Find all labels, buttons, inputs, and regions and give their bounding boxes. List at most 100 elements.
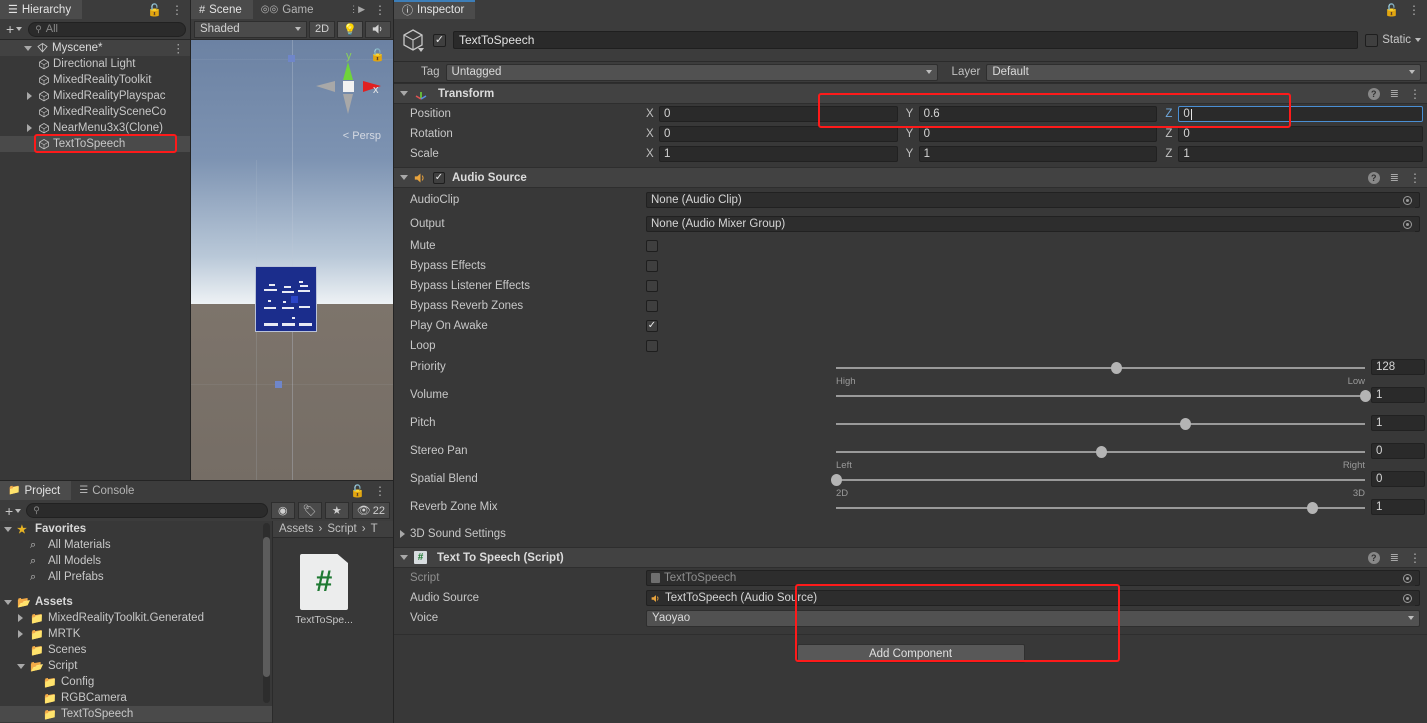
audioclip-object-field[interactable]: None (Audio Clip) [646,192,1420,208]
script-component-header[interactable]: # Text To Speech (Script) ? ≣ ⋮ [394,547,1427,568]
project-tree-item[interactable]: ⌕All Models [0,553,272,569]
kebab-menu-icon[interactable]: ⋮ [171,4,183,16]
project-tree-item[interactable]: 📁Config [0,674,272,690]
hidden-packages-button[interactable]: 👁 22 [352,502,390,519]
chevron-right-icon[interactable] [400,530,405,538]
filter-by-type-icon[interactable]: ◉ [271,502,295,519]
project-tree-item[interactable]: 📂Script [0,658,272,674]
project-tree-item[interactable]: ⌕All Materials [0,537,272,553]
script-audiosource-field[interactable]: TextToSpeech (Audio Source) [646,590,1420,606]
star-icon[interactable]: ★ [325,502,349,519]
help-icon[interactable]: ? [1368,552,1380,564]
slider-knob[interactable] [1307,502,1318,514]
transform-scale-z-input[interactable]: 1 [1178,146,1423,162]
breadcrumb-item-1[interactable]: Script [327,523,356,535]
static-toggle-group[interactable]: Static [1365,34,1421,47]
tab-scene[interactable]: # Scene [191,0,253,19]
chevron-right-icon[interactable] [18,614,23,622]
3d-sound-settings-foldout[interactable]: 3D Sound Settings [394,524,1427,544]
tab-project[interactable]: 📁 Project [0,481,71,500]
scene-viewport[interactable]: y x < Persp 🔓 [191,40,393,480]
audio-slider[interactable]: HighLow [836,356,1365,380]
audio-slider-value-input[interactable]: 0 [1371,471,1425,487]
audio-slider[interactable]: 2D3D [836,468,1365,492]
audio-toggle-checkbox[interactable] [646,240,658,252]
project-tree-item[interactable]: 📁MixedRealityToolkit.Generated [0,610,272,626]
toggle-2d-button[interactable]: 2D [309,21,335,38]
chevron-down-icon[interactable] [24,46,32,51]
chevron-right-icon[interactable] [27,92,32,100]
add-component-button[interactable]: Add Component [797,644,1025,663]
project-tree-item[interactable]: 📁MRTK [0,626,272,642]
object-picker-icon[interactable] [1400,193,1415,208]
slider-knob[interactable] [1111,362,1122,374]
audio-slider[interactable] [836,384,1365,408]
transform-scale-x-input[interactable]: 1 [659,146,898,162]
kebab-menu-icon[interactable]: ⋮ [1409,552,1421,564]
project-tree-item[interactable]: 📁Scenes [0,642,272,658]
project-tree-scrollbar[interactable] [263,523,270,703]
breadcrumb-item-0[interactable]: Assets [279,523,314,535]
slider-knob[interactable] [1360,390,1371,402]
scene-audio-toggle[interactable] [365,21,391,38]
transform-position-x-input[interactable]: 0 [659,106,898,122]
play-icon[interactable]: ⋮▶ [349,4,365,15]
static-checkbox[interactable] [1365,34,1378,47]
project-tree-item[interactable]: 📁RGBCamera [0,690,272,706]
audio-slider-value-input[interactable]: 1 [1371,499,1425,515]
transform-component-header[interactable]: Transform ? ≣ ⋮ [394,83,1427,104]
scene-lock-icon[interactable]: 🔓 [370,48,385,62]
transform-rotation-z-input[interactable]: 0 [1178,126,1423,142]
object-picker-icon[interactable] [1400,217,1415,232]
object-enabled-checkbox[interactable] [433,34,446,47]
audiosource-enabled-checkbox[interactable] [433,172,445,184]
audiosource-component-header[interactable]: Audio Source ? ≣ ⋮ [394,167,1427,188]
chevron-down-icon[interactable] [4,527,12,532]
hierarchy-item[interactable]: TextToSpeech [0,136,190,152]
project-search-input[interactable]: ⚲ [26,503,268,518]
chevron-down-icon[interactable] [17,664,25,669]
scene-perspective-label[interactable]: < Persp [343,130,381,142]
layer-dropdown[interactable]: Default [986,64,1421,81]
audio-slider[interactable] [836,412,1365,436]
create-button[interactable]: + [4,21,24,37]
chevron-down-icon[interactable] [1415,38,1421,42]
kebab-menu-icon[interactable]: ⋮ [374,4,386,16]
object-picker-icon[interactable] [1400,591,1415,606]
hierarchy-item[interactable]: NearMenu3x3(Clone) [0,120,190,136]
object-name-input[interactable]: TextToSpeech [453,31,1358,49]
transform-scale-y-input[interactable]: 1 [919,146,1158,162]
kebab-menu-icon[interactable]: ⋮ [1409,172,1421,184]
preset-icon[interactable]: ≣ [1390,551,1399,564]
hierarchy-item[interactable]: MixedRealityToolkit [0,72,190,88]
tab-game[interactable]: ◎◎ Game [253,0,325,19]
hierarchy-item[interactable]: Directional Light [0,56,190,72]
chevron-down-icon[interactable] [4,600,12,605]
audio-slider-value-input[interactable]: 1 [1371,415,1425,431]
scene-kebab-icon[interactable]: ⋮ [173,41,191,55]
audio-toggle-checkbox[interactable] [646,320,658,332]
scene-lighting-toggle[interactable]: 💡 [337,21,363,38]
transform-rotation-y-input[interactable]: 0 [919,126,1158,142]
transform-rotation-x-input[interactable]: 0 [659,126,898,142]
project-create-button[interactable]: + [3,503,23,519]
audio-toggle-checkbox[interactable] [646,280,658,292]
chevron-right-icon[interactable] [27,124,32,132]
audio-toggle-checkbox[interactable] [646,340,658,352]
audio-slider-value-input[interactable]: 128 [1371,359,1425,375]
filter-by-label-icon[interactable]: 🏷 [298,502,322,519]
chevron-down-icon[interactable] [400,555,408,560]
audio-slider[interactable] [836,496,1365,520]
hierarchy-scene-row[interactable]: Myscene* ⋮ [0,40,190,56]
breadcrumb-item-2[interactable]: T [371,523,378,535]
chevron-down-icon[interactable] [400,175,408,180]
project-tree-item[interactable]: 📂Assets [0,594,272,610]
audio-toggle-checkbox[interactable] [646,300,658,312]
voice-dropdown[interactable]: Yaoyao [646,610,1420,627]
shading-mode-dropdown[interactable]: Shaded [194,21,307,38]
slider-knob[interactable] [831,474,842,486]
audio-toggle-checkbox[interactable] [646,260,658,272]
asset-item[interactable]: # TextToSpe... [291,554,357,626]
hierarchy-item[interactable]: MixedRealitySceneCo [0,104,190,120]
preset-icon[interactable]: ≣ [1390,87,1399,100]
